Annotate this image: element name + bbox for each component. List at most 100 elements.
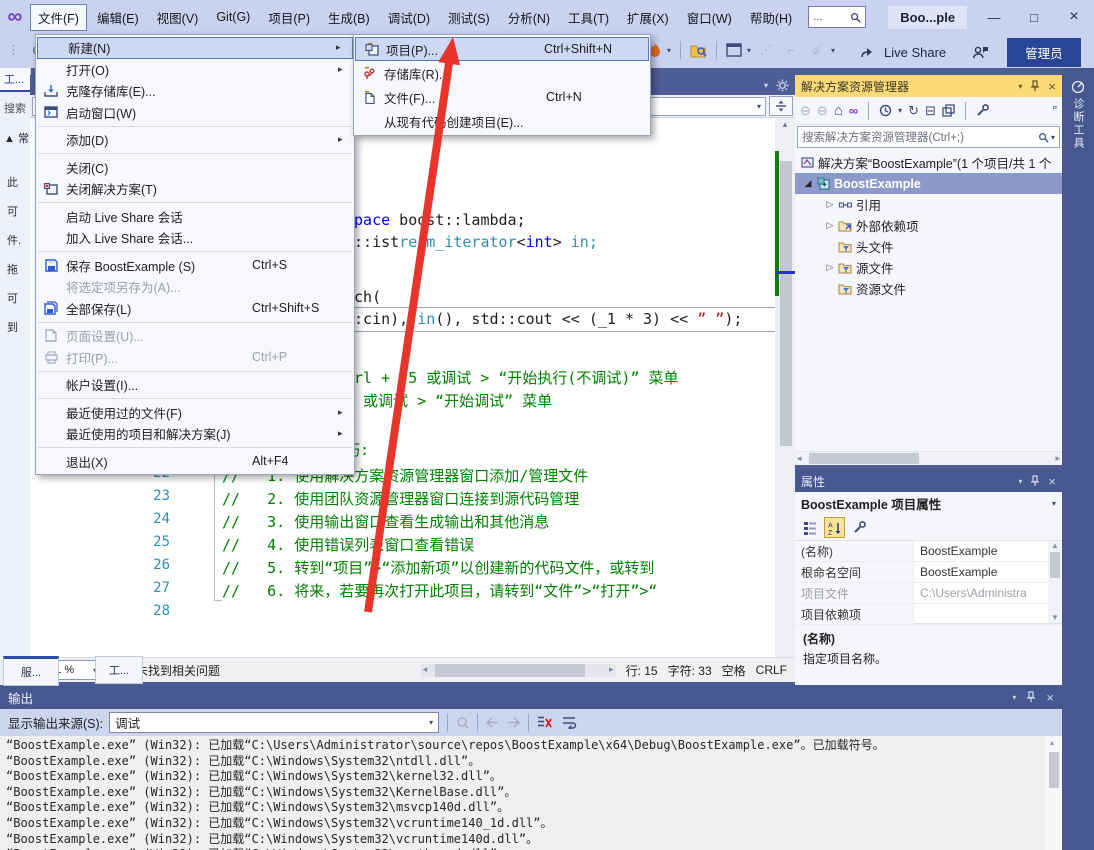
menu-item-recent-projects[interactable]: 最近使用的项目和解决方案(J) ▸: [36, 423, 354, 445]
pin-icon[interactable]: [1026, 691, 1036, 703]
pin-icon[interactable]: [1030, 80, 1040, 92]
solution-search-input[interactable]: 搜索解决方案资源管理器(Ctrl+;) ▾: [797, 126, 1060, 148]
pin-icon[interactable]: [1030, 475, 1040, 487]
menubar-help[interactable]: 帮助(H): [742, 4, 800, 31]
scroll-up-icon[interactable]: ▴: [1050, 738, 1054, 747]
menubar-analyze[interactable]: 分析(N): [500, 4, 558, 31]
solution-horizontal-scrollbar[interactable]: ◂ ▸: [795, 451, 1062, 465]
submenu-item-new-file[interactable]: 文件(F)... Ctrl+N: [354, 85, 650, 109]
properties-header[interactable]: 属性 ▾ ×: [795, 470, 1062, 492]
window-position-caret-icon[interactable]: ▾: [1012, 693, 1016, 702]
submenu-item-new-repository[interactable]: 存储库(R)...: [354, 61, 650, 85]
menubar-window[interactable]: 窗口(W): [679, 4, 740, 31]
editor-options-gear-icon[interactable]: [776, 78, 789, 92]
menu-item-recent-files[interactable]: 最近使用过的文件(F) ▸: [36, 402, 354, 424]
refresh-icon[interactable]: ↻: [908, 103, 919, 119]
submenu-item-new-project[interactable]: 项目(P)... Ctrl+Shift+N: [355, 37, 649, 61]
feedback-icon[interactable]: [972, 45, 989, 60]
maximize-button[interactable]: □: [1014, 2, 1054, 32]
switch-views-icon[interactable]: ∞: [849, 103, 858, 118]
scroll-left-icon[interactable]: ◂: [797, 453, 802, 464]
scroll-right-icon[interactable]: ▸: [1055, 453, 1060, 464]
menu-item-clone-repo[interactable]: 克隆存储库(E)...: [36, 80, 354, 102]
clear-all-icon[interactable]: [537, 716, 552, 729]
scroll-down-icon[interactable]: ▼: [1051, 613, 1059, 622]
close-icon[interactable]: ×: [1046, 690, 1054, 705]
home-icon[interactable]: ⌂: [834, 102, 843, 119]
menubar-git[interactable]: Git(G): [208, 6, 258, 28]
scroll-left-icon[interactable]: ◂: [423, 664, 428, 675]
document-list-caret-icon[interactable]: ▾: [764, 81, 768, 90]
hscrollbar-thumb[interactable]: [809, 453, 919, 464]
tree-row-header-files[interactable]: 头文件: [795, 236, 1062, 257]
admin-button[interactable]: 管理员: [1007, 38, 1081, 67]
expander-collapsed-icon[interactable]: ▷: [823, 220, 837, 231]
menu-item-join-liveshare[interactable]: 加入 Live Share 会话...: [36, 227, 354, 249]
menu-item-open[interactable]: 打开(O) ▸: [36, 59, 354, 81]
close-button[interactable]: ×: [1054, 2, 1094, 32]
scroll-right-icon[interactable]: ▸: [609, 664, 614, 675]
tree-row-solution[interactable]: 解决方案“BoostExample”(1 个项目/共 1 个: [795, 152, 1062, 173]
expander-collapsed-icon[interactable]: ▷: [823, 199, 837, 210]
window-position-caret-icon[interactable]: ▾: [1018, 477, 1022, 486]
alphabetical-sort-button[interactable]: AZ: [824, 517, 845, 538]
toolbar-drag-handle[interactable]: ⋮: [4, 38, 24, 62]
tree-row-project[interactable]: ◢ BoostExample: [795, 173, 1062, 194]
toolbar-overflow-caret-icon[interactable]: ▾: [831, 46, 835, 55]
expander-collapsed-icon[interactable]: ▷: [823, 262, 837, 273]
close-icon[interactable]: ×: [1048, 474, 1056, 489]
output-source-dropdown[interactable]: 调试 ▾: [109, 712, 440, 733]
vscrollbar-thumb[interactable]: [1050, 552, 1060, 578]
tab-server-explorer[interactable]: 服...: [3, 656, 59, 686]
menu-item-account-settings[interactable]: 帐户设置(I)...: [36, 374, 354, 396]
menu-item-start-liveshare[interactable]: 启动 Live Share 会话: [36, 206, 354, 228]
word-wrap-icon[interactable]: [562, 716, 577, 729]
vscrollbar-thumb[interactable]: [1049, 752, 1059, 788]
back-icon[interactable]: ⊖: [800, 103, 811, 119]
find-in-files-icon[interactable]: [690, 43, 707, 58]
property-row[interactable]: 项目依赖项: [795, 604, 1062, 625]
menubar-debug[interactable]: 调试(D): [380, 4, 438, 31]
menu-item-new[interactable]: 新建(N) ▸: [37, 37, 353, 59]
filter-caret-icon[interactable]: ▾: [898, 106, 902, 115]
editor-vertical-scrollbar[interactable]: ▴: [775, 118, 795, 657]
menu-item-add[interactable]: 添加(D) ▸: [36, 129, 354, 151]
toolbar-overflow-icon[interactable]: ”: [1053, 103, 1057, 118]
scroll-up-icon[interactable]: ▲: [1051, 541, 1059, 550]
toolbar-caret-icon[interactable]: ▾: [747, 46, 751, 55]
scroll-up-icon[interactable]: ▴: [775, 119, 795, 130]
expander-expanded-icon[interactable]: ◢: [801, 178, 815, 189]
quick-search-box[interactable]: ...: [808, 6, 867, 28]
output-content[interactable]: “BoostExample.exe” (Win32): 已加载“C:\Users…: [0, 736, 1062, 850]
menu-item-exit[interactable]: 退出(X) Alt+F4: [36, 451, 354, 473]
output-header[interactable]: 输出 ▾ ×: [0, 685, 1062, 709]
submenu-item-project-from-existing-code[interactable]: 从现有代码创建项目(E)...: [354, 109, 650, 133]
tab-diagnostic-tools[interactable]: 诊断工具: [1062, 73, 1094, 156]
show-all-files-icon[interactable]: [942, 104, 955, 117]
collapse-all-icon[interactable]: ⊟: [925, 103, 936, 119]
property-row[interactable]: (名称) BoostExample: [795, 541, 1062, 562]
property-row[interactable]: 项目文件 C:\Users\Administra: [795, 583, 1062, 604]
property-row[interactable]: 根命名空间 BoostExample: [795, 562, 1062, 583]
properties-object-selector[interactable]: BoostExample 项目属性 ▾: [795, 492, 1062, 515]
menubar-build[interactable]: 生成(B): [320, 4, 378, 31]
tree-row-external-deps[interactable]: ▷ 外部依赖项: [795, 215, 1062, 236]
hscrollbar-thumb[interactable]: [434, 663, 585, 677]
menu-item-save-as[interactable]: 将选定项另存为(A)...: [36, 276, 354, 298]
tab-toolbox[interactable]: 工...: [95, 656, 143, 684]
live-share-label[interactable]: Live Share: [884, 45, 946, 60]
close-icon[interactable]: ×: [1048, 79, 1056, 94]
menubar-extensions[interactable]: 扩展(X): [619, 4, 677, 31]
menu-item-start-window[interactable]: 启动窗口(W): [36, 102, 354, 124]
forward-icon[interactable]: ⊖: [817, 103, 828, 119]
pending-changes-filter-icon[interactable]: [879, 104, 892, 117]
output-vertical-scrollbar[interactable]: ▴: [1046, 736, 1062, 850]
menu-item-page-setup[interactable]: 页面设置(U)...: [36, 325, 354, 347]
hot-reload-caret-icon[interactable]: ▾: [667, 46, 671, 55]
menu-item-close[interactable]: 关闭(C): [36, 157, 354, 179]
minimize-button[interactable]: —: [974, 2, 1014, 32]
menubar-tools[interactable]: 工具(T): [560, 4, 617, 31]
menu-item-save-all[interactable]: 全部保存(L) Ctrl+Shift+S: [36, 298, 354, 320]
tree-row-references[interactable]: ▷ 引用: [795, 194, 1062, 215]
categorized-view-button[interactable]: [800, 518, 819, 537]
